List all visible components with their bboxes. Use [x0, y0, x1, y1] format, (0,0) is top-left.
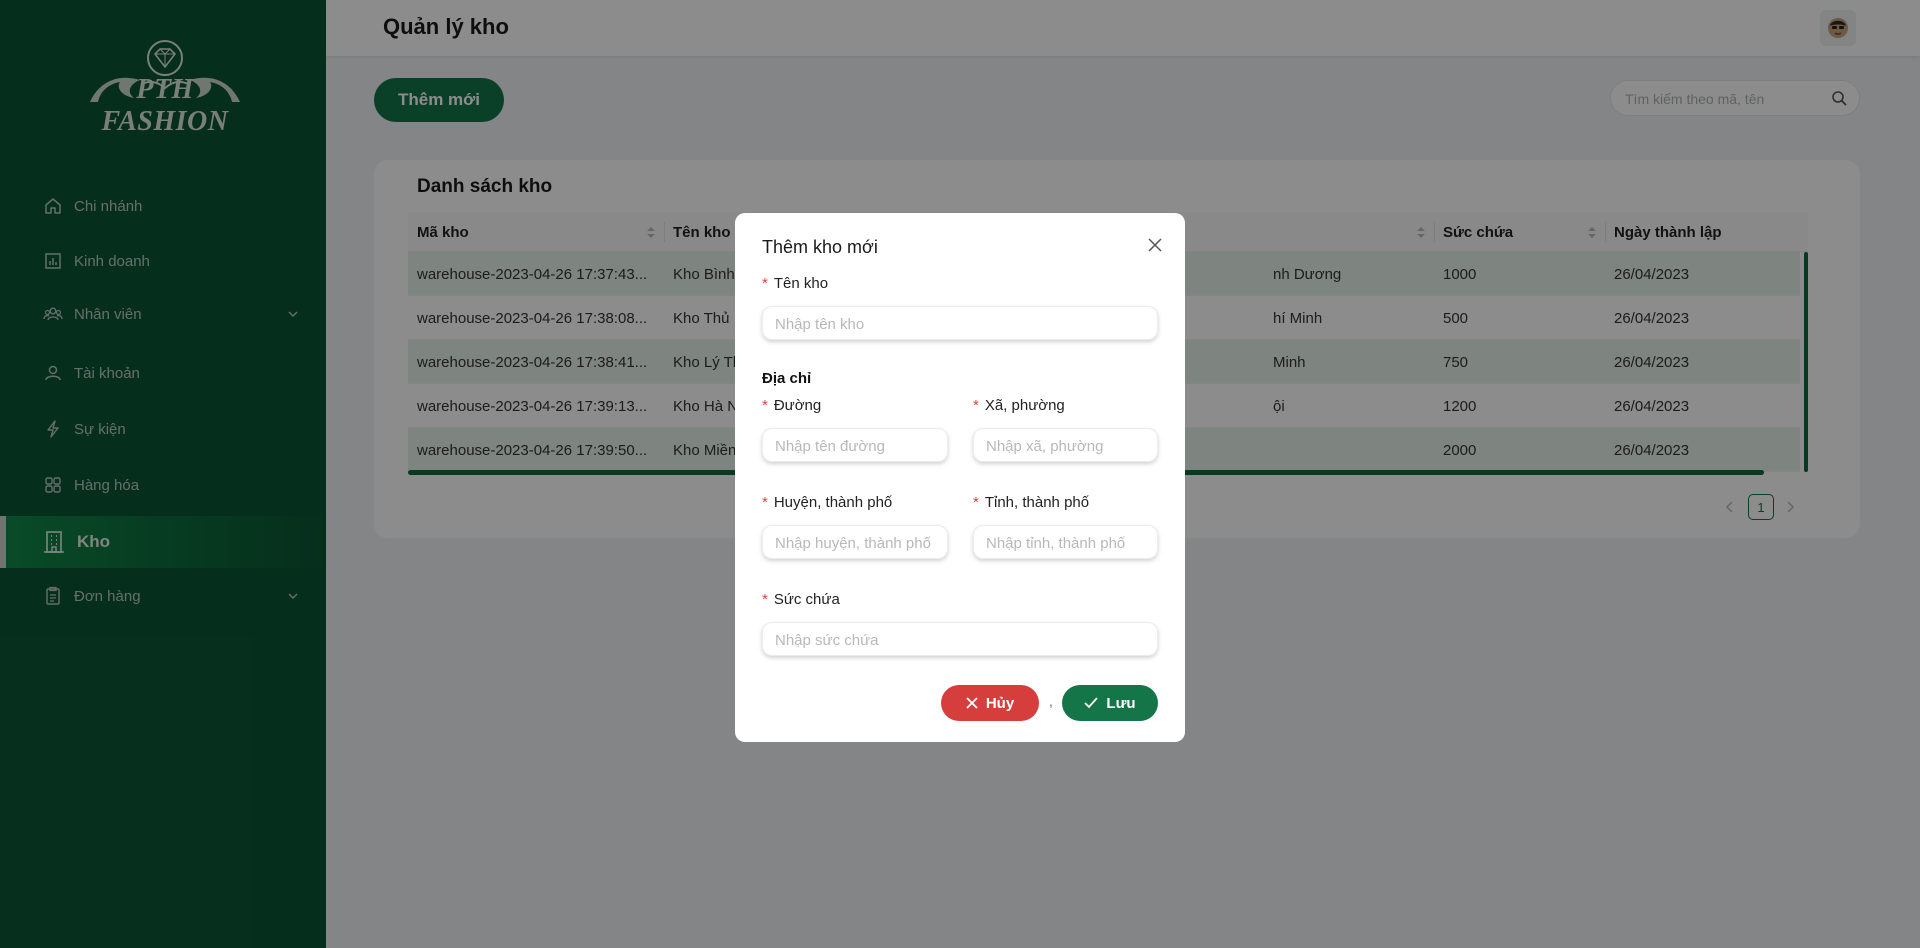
required-mark: *: [762, 591, 768, 608]
required-mark: *: [762, 275, 768, 292]
cancel-button-label: Hủy: [985, 694, 1015, 712]
field-label-text: Đường: [773, 397, 822, 414]
district-field[interactable]: [762, 525, 948, 559]
province-input[interactable]: [986, 534, 1149, 552]
required-mark: *: [762, 494, 768, 511]
required-mark: *: [973, 397, 979, 414]
field-label-text: Tỉnh, thành phố: [984, 494, 1090, 511]
district-input[interactable]: [775, 534, 939, 552]
warehouse-name-input[interactable]: [775, 315, 1149, 333]
capacity-field[interactable]: [762, 622, 1158, 656]
province-field[interactable]: [973, 525, 1158, 559]
field-label-text: Xã, phường: [984, 397, 1065, 414]
close-icon: [966, 697, 978, 709]
ward-field[interactable]: [973, 428, 1158, 462]
save-button[interactable]: Lưu: [1062, 685, 1158, 721]
check-icon: [1084, 697, 1099, 709]
field-label-text: Tên kho: [773, 275, 829, 292]
field-label-text: Sức chứa: [773, 591, 840, 608]
field-label-street: * Đường: [762, 397, 821, 414]
capacity-input[interactable]: [775, 631, 1149, 649]
ward-input[interactable]: [986, 437, 1149, 455]
required-mark: *: [762, 397, 768, 414]
field-label-text: Huyện, thành phố: [773, 494, 893, 511]
address-section-title: Địa chỉ: [762, 370, 812, 387]
cancel-button[interactable]: Hủy: [941, 685, 1039, 721]
field-label-capacity: * Sức chứa: [762, 591, 840, 608]
button-separator: ,: [1049, 693, 1053, 709]
field-label-province: * Tỉnh, thành phố: [973, 494, 1089, 511]
required-mark: *: [973, 494, 979, 511]
field-label-district: * Huyện, thành phố: [762, 494, 892, 511]
field-label-ward: * Xã, phường: [973, 397, 1065, 414]
save-button-label: Lưu: [1106, 694, 1136, 712]
warehouse-name-field[interactable]: [762, 306, 1158, 340]
modal-title: Thêm kho mới: [762, 237, 878, 257]
field-label-name: * Tên kho: [762, 275, 828, 292]
street-input[interactable]: [775, 437, 939, 455]
close-icon[interactable]: [1145, 235, 1165, 255]
add-warehouse-modal: Thêm kho mới * Tên kho Địa chỉ * Đường * Xã…: [735, 213, 1185, 742]
street-field[interactable]: [762, 428, 948, 462]
